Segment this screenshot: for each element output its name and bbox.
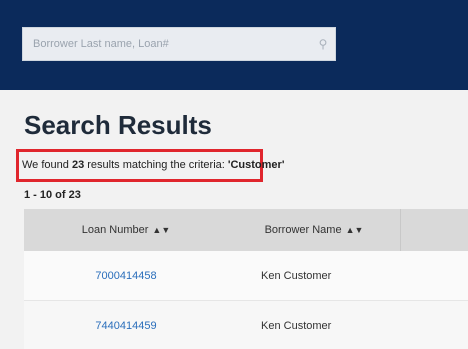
results-summary: We found 23 results matching the criteri… xyxy=(22,159,284,171)
column-label: Borrower Name xyxy=(264,224,342,236)
sort-icon[interactable]: ▲▼ xyxy=(152,225,170,235)
results-summary-middle: results matching the criteria: xyxy=(84,159,228,171)
results-count: 23 xyxy=(71,159,85,171)
column-label: Loan Number xyxy=(81,224,149,236)
sort-icon[interactable]: ▲▼ xyxy=(346,225,364,235)
column-header-borrower-name[interactable]: Borrower Name ▲▼ xyxy=(228,224,400,236)
top-header-bar: ⚲ xyxy=(0,0,468,90)
loan-number-link[interactable]: 7440414459 xyxy=(24,320,228,332)
results-table: Loan Number ▲▼ Borrower Name ▲▼ 70004144… xyxy=(24,209,468,349)
column-header-loan-number[interactable]: Loan Number ▲▼ xyxy=(24,224,228,236)
column-header-extra xyxy=(400,209,468,251)
pagination-summary: 1 - 10 of 23 xyxy=(24,189,81,201)
search-icon[interactable]: ⚲ xyxy=(311,28,335,60)
table-body: 7000414458 Ken Customer 7440414459 Ken C… xyxy=(24,251,468,349)
table-row: 7440414459 Ken Customer xyxy=(24,301,468,349)
borrower-name: Ken Customer xyxy=(261,269,332,282)
search-input[interactable] xyxy=(23,28,311,60)
search-criteria: 'Customer' xyxy=(227,159,285,171)
results-summary-prefix: We found xyxy=(22,159,72,171)
search-box[interactable]: ⚲ xyxy=(22,27,336,61)
table-row: 7000414458 Ken Customer xyxy=(24,251,468,301)
loan-number-link[interactable]: 7000414458 xyxy=(24,270,228,282)
page-title: Search Results xyxy=(24,110,212,140)
table-header: Loan Number ▲▼ Borrower Name ▲▼ xyxy=(24,209,468,251)
borrower-name: Ken Customer xyxy=(261,319,332,332)
